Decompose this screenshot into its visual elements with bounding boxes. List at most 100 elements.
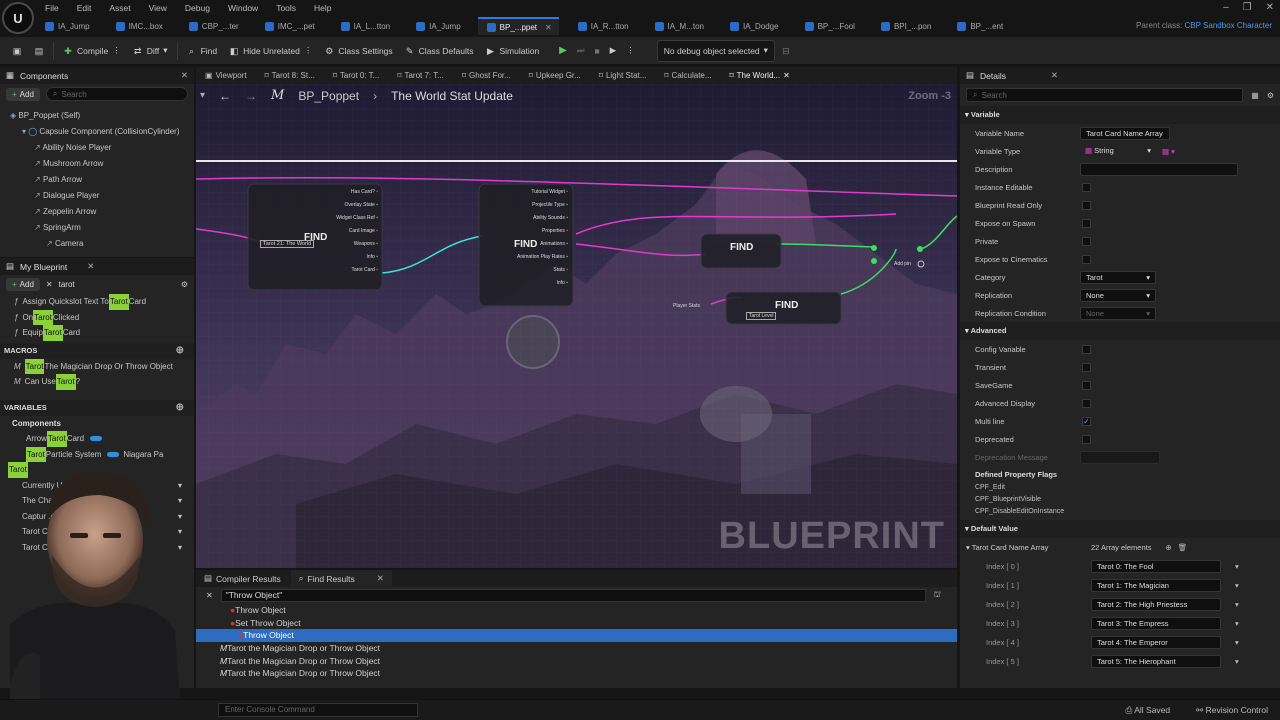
graph-tab-4[interactable]: ⌑ Ghost For... — [453, 71, 520, 80]
default-value-section-header[interactable]: ▾ Default Value — [960, 520, 1280, 538]
dropdown-select[interactable]: None ▾ — [1080, 288, 1156, 302]
find-node-1-input[interactable]: Tarot 21: The World — [260, 240, 315, 248]
debug-object-select[interactable]: No debug object selected ▾ — [656, 39, 775, 62]
find-in-all-icon[interactable]: ⛫ — [934, 590, 941, 600]
simulation-button[interactable]: ▶ Simulation — [479, 40, 545, 62]
component-item[interactable]: ↗ Zeppelin Arrow — [0, 204, 194, 220]
forward-arrow-icon[interactable]: → — [245, 89, 257, 103]
chevron-down-icon[interactable]: ▾ — [1235, 619, 1239, 628]
graph-tab-2[interactable]: ⌑ Tarot 0: T... — [324, 71, 389, 80]
node-pin[interactable]: Info ▪ — [496, 277, 568, 290]
hide-unrelated-button[interactable]: ◧ Hide Unrelated ⋮ — [223, 40, 318, 62]
tab-0[interactable]: IA_Jump — [36, 17, 97, 35]
checkbox[interactable] — [1082, 236, 1091, 246]
node-pin[interactable]: Properties ▪ — [496, 225, 568, 238]
graph-options-icon[interactable]: ▾ — [200, 90, 205, 101]
variables-section-header[interactable]: VARIABLES ⊕ — [0, 399, 194, 416]
component-item[interactable]: ▾ ◯ Capsule Component (CollisionCylinder… — [0, 124, 194, 140]
dropdown-select[interactable]: Tarot ▾ — [1080, 270, 1156, 284]
menu-item-file[interactable]: File — [36, 0, 68, 16]
property-text-input[interactable] — [1080, 162, 1238, 176]
find-result-row[interactable]: M Tarot the Magician Drop or Throw Objec… — [196, 655, 957, 668]
checkbox-checked[interactable]: ✓ — [1082, 416, 1091, 426]
checkbox[interactable] — [1082, 398, 1091, 408]
graph-tab-0[interactable]: ▣ Viewport — [196, 71, 256, 80]
node-pin[interactable]: Info ▪ — [306, 251, 378, 264]
event-graph-canvas[interactable]: ▾ ← → M BP_Poppet › The World Stat Updat… — [196, 84, 957, 568]
node-pin[interactable]: Projectile Type ▪ — [496, 199, 568, 212]
macro-item[interactable]: M Tarot The Magician Drop Or Throw Object — [14, 358, 194, 374]
checkbox[interactable] — [1082, 182, 1091, 192]
save-button[interactable]: ▣ — [6, 40, 28, 62]
add-component-button[interactable]: + Add — [6, 87, 40, 101]
menu-item-window[interactable]: Window — [219, 0, 267, 16]
node-pin[interactable]: Ability Sounds ▪ — [496, 212, 568, 225]
advanced-section-header[interactable]: ▾ Advanced — [960, 322, 1280, 340]
checkbox[interactable] — [1082, 434, 1091, 444]
container-type-icon[interactable]: ▦ ▾ — [1162, 147, 1175, 156]
tarot-level-input[interactable]: Tarot Level — [746, 312, 777, 320]
gear-icon[interactable]: ⚙ — [181, 280, 188, 289]
chevron-down-icon[interactable]: ▾ — [1235, 657, 1239, 666]
macro-item[interactable]: M Can Use Tarot? — [14, 374, 194, 390]
node-pin[interactable]: Animation Play Rates ▪ — [496, 251, 568, 264]
variable-item[interactable]: Arrow Tarot Card — [22, 431, 194, 447]
dropdown-select[interactable]: None ▾ — [1080, 306, 1156, 320]
class-settings-button[interactable]: ⚙ Class Settings — [318, 40, 398, 62]
variable-section-header[interactable]: ▾ Variable — [960, 106, 1280, 124]
property-text-input[interactable]: Tarot Card Name Array — [1080, 126, 1170, 140]
find-result-row[interactable]: M Tarot the Magician Drop or Throw Objec… — [196, 667, 957, 680]
array-element-input[interactable]: Tarot 3: The Empress — [1091, 617, 1221, 630]
menu-item-edit[interactable]: Edit — [68, 0, 101, 16]
tab-10[interactable]: BP_...Fool — [796, 17, 862, 35]
add-variable-icon[interactable]: ⊕ — [176, 400, 184, 416]
component-item[interactable]: ↗ Camera — [0, 236, 194, 252]
minimize-icon[interactable]: – — [1223, 0, 1229, 16]
clear-search-icon[interactable]: ✕ — [46, 280, 53, 289]
component-item[interactable]: ◈ BP_Poppet (Self) — [0, 108, 194, 124]
graph-tab-1[interactable]: ⌑ Tarot 8: St... — [256, 71, 324, 80]
node-pin[interactable]: Overlay State ▪ — [306, 199, 378, 212]
step-icon[interactable]: ⏭ — [577, 45, 585, 56]
tab-3[interactable]: IMC_...pet — [256, 17, 322, 35]
node-pin[interactable]: Has Card? ▪ — [306, 186, 378, 199]
component-item[interactable]: ↗ Path Arrow — [0, 172, 194, 188]
function-item[interactable]: ƒ Assign Quickslot Text To Tarot Card — [14, 294, 194, 310]
checkbox[interactable] — [1082, 362, 1091, 372]
find-result-row[interactable]: ● Set Throw Object — [196, 617, 957, 630]
debug-options-button[interactable]: ⊟ — [775, 40, 797, 62]
browse-button[interactable]: ▤ — [28, 40, 50, 62]
function-item[interactable]: ƒ On Tarot Clicked — [14, 309, 194, 325]
details-search-input[interactable]: ⌕ Search — [966, 88, 1244, 102]
graph-tab-7[interactable]: ⌑ Calculate... — [655, 71, 720, 80]
play-options-icon[interactable]: ▶ — [610, 45, 617, 56]
menu-item-asset[interactable]: Asset — [100, 0, 139, 16]
diff-button[interactable]: ⇄ Diff ▾ — [127, 40, 174, 62]
add-member-button[interactable]: + Add — [6, 278, 40, 291]
add-pin-button[interactable]: Add pin — [894, 261, 911, 267]
clear-query-icon[interactable]: ✕ — [206, 591, 213, 600]
tab-6[interactable]: BP_...ppet ✕ — [477, 17, 559, 35]
tab-9[interactable]: IA_Dodge — [721, 17, 786, 35]
all-saved-button[interactable]: ⎙ All Saved — [1126, 705, 1171, 716]
revision-control-button[interactable]: ⚯ Revision Control — [1196, 705, 1268, 716]
player-stats-pin[interactable]: Player Stats — [673, 303, 700, 309]
component-item[interactable]: ↗ Dialogue Player — [0, 188, 194, 204]
array-element-input[interactable]: Tarot 1: The Magician — [1091, 579, 1221, 592]
function-item[interactable]: ƒ Equip Tarot Card — [14, 325, 194, 341]
gear-icon[interactable]: ⚙ — [1267, 91, 1274, 100]
menu-item-debug[interactable]: Debug — [176, 0, 219, 16]
menu-item-view[interactable]: View — [140, 0, 176, 16]
graph-tab-6[interactable]: ⌑ Light Stat... — [590, 71, 656, 80]
play-icon[interactable]: ▶ — [559, 45, 567, 56]
find-result-row[interactable]: M Tarot the Magician Drop or Throw Objec… — [196, 642, 957, 655]
breadcrumb-blueprint[interactable]: BP_Poppet — [298, 89, 359, 103]
tab-compiler-results[interactable]: ▤ Compiler Results — [196, 570, 289, 587]
tab-12[interactable]: BP_...ent — [948, 17, 1010, 35]
macros-section-header[interactable]: MACROS ⊕ — [0, 342, 194, 359]
tab-4[interactable]: IA_L...tton — [332, 17, 397, 35]
graph-tab-8[interactable]: ⌑ The World... ✕ — [721, 71, 799, 80]
find-button[interactable]: ⌕ Find — [181, 40, 224, 62]
stop-icon[interactable]: ■ — [595, 46, 600, 56]
find-result-row[interactable]: ● Throw Object — [196, 604, 957, 617]
